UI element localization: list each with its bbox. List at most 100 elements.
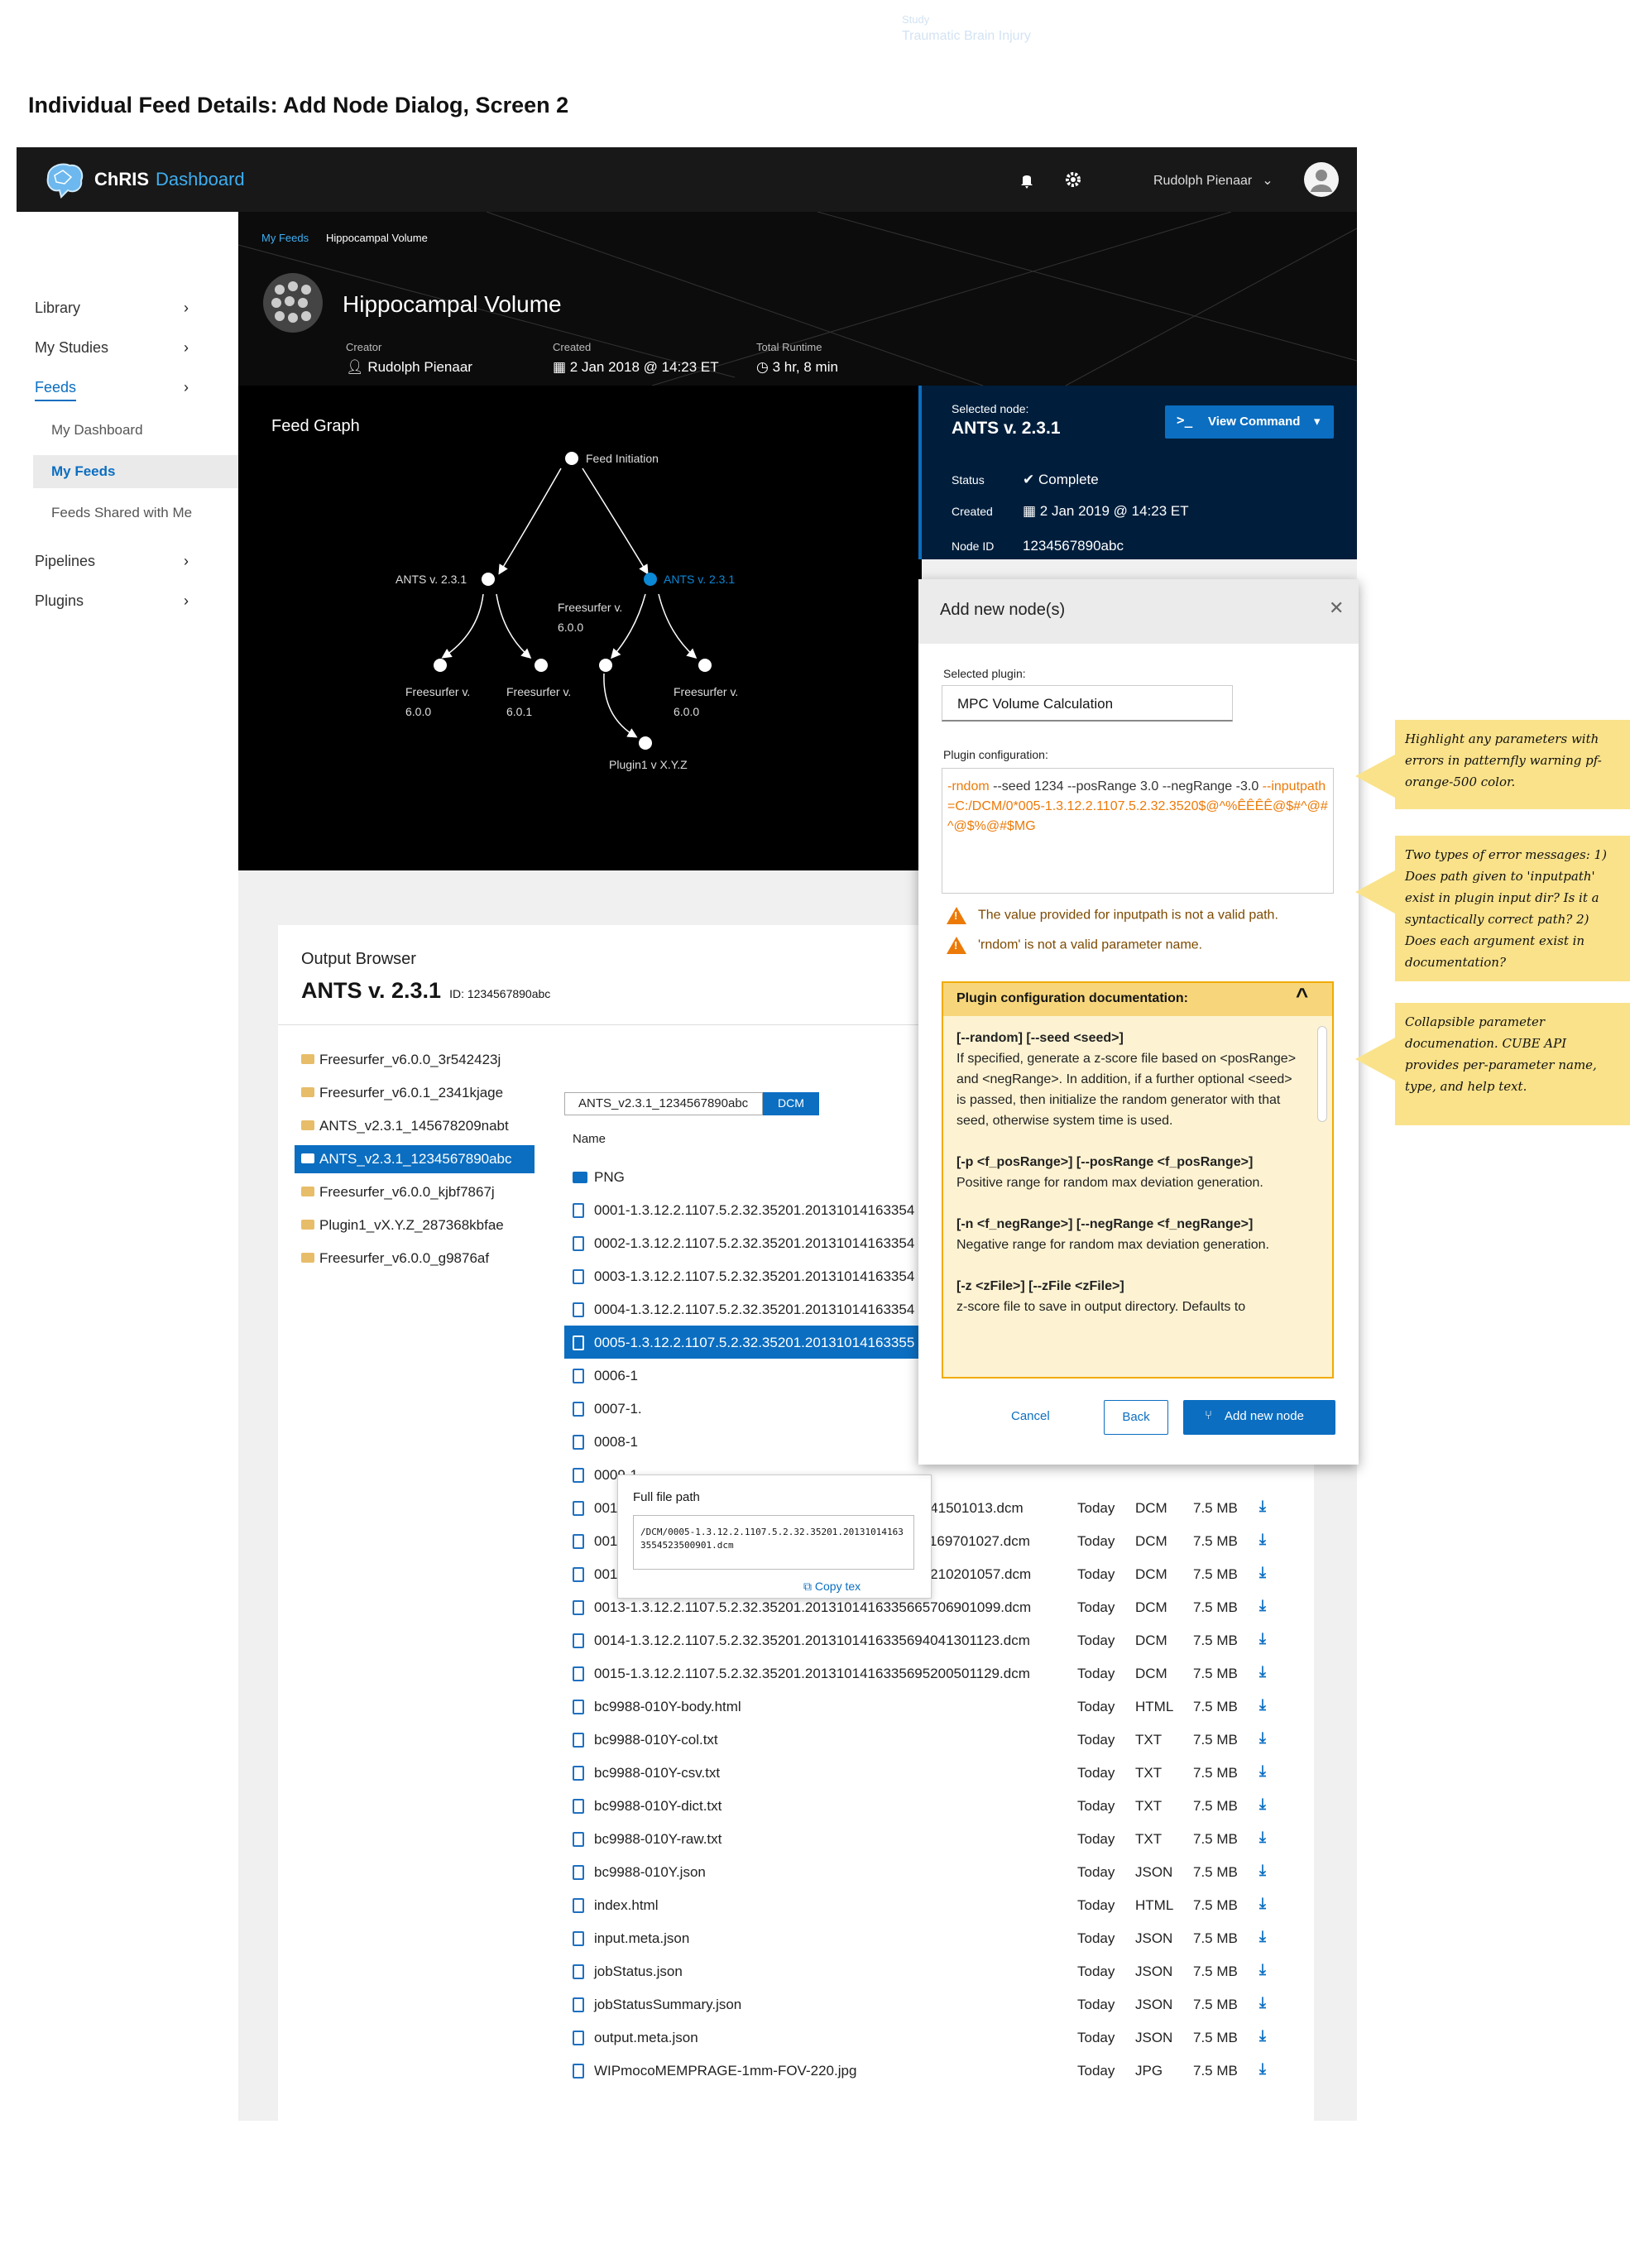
folder-item[interactable]: Freesurfer_v6.0.0_3r542423j	[295, 1046, 535, 1074]
file-icon	[573, 2031, 584, 2045]
file-row[interactable]: 0007-1.	[564, 1392, 829, 1425]
download-icon[interactable]: ⤓	[1259, 1663, 1266, 1681]
file-row[interactable]: 0003-1.3.12.2.1107.5.2.32.35201.20131014…	[564, 1259, 922, 1292]
sidebar-subitem-my-feeds[interactable]: My Feeds	[33, 455, 238, 488]
avatar[interactable]	[1304, 162, 1339, 197]
path-tag[interactable]: DCM	[763, 1092, 819, 1115]
file-row[interactable]: 0008-1	[564, 1425, 829, 1458]
gear-icon[interactable]	[1062, 169, 1084, 190]
plugin-doc-header[interactable]: Plugin configuration documentation:	[943, 983, 1332, 1016]
file-row[interactable]: 0006-1	[564, 1359, 829, 1392]
sidebar-subitem-my-dashboard[interactable]: My Dashboard	[51, 422, 143, 439]
folder-icon	[573, 1172, 587, 1183]
brand[interactable]: ChRIS Dashboard	[94, 169, 245, 190]
doc-param: [-z <zFile>] [--zFile <zFile>] z-score fi…	[956, 1276, 1304, 1317]
chevron-up-icon[interactable]: ^	[1296, 983, 1308, 1009]
download-icon[interactable]: ⤓	[1259, 1829, 1266, 1846]
download-icon[interactable]: ⤓	[1259, 1498, 1266, 1515]
graph-node-freesurfer-1[interactable]	[434, 659, 447, 672]
file-row[interactable]: bc9988-010Y-raw.txt Today TXT 7.5 MB ⤓	[564, 1822, 1284, 1855]
file-row[interactable]: 0005-1.3.12.2.1107.5.2.32.35201.20131014…	[564, 1326, 922, 1359]
file-row[interactable]: bc9988-010Y-col.txt Today TXT 7.5 MB ⤓	[564, 1723, 1284, 1756]
folder-item-selected[interactable]: ANTS_v2.3.1_1234567890abc	[295, 1145, 535, 1173]
selected-plugin-field[interactable]: MPC Volume Calculation	[942, 685, 1233, 722]
add-new-node-button[interactable]: ⑂ Add new node	[1183, 1400, 1335, 1435]
file-row[interactable]: jobStatus.json Today JSON 7.5 MB ⤓	[564, 1954, 1284, 1987]
download-icon[interactable]: ⤓	[1259, 1796, 1266, 1813]
download-icon[interactable]: ⤓	[1259, 1862, 1266, 1879]
folder-item[interactable]: Freesurfer_v6.0.1_2341kjage	[295, 1079, 535, 1107]
download-icon[interactable]: ⤓	[1259, 1630, 1266, 1647]
created-value: ▦ 2 Jan 2018 @ 14:23 ET	[553, 359, 719, 376]
file-name: bc9988-010Y.json	[594, 1864, 706, 1880]
bell-icon[interactable]	[1016, 169, 1038, 190]
download-icon[interactable]: ⤓	[1259, 1564, 1266, 1581]
graph-node-plugin1[interactable]	[639, 736, 652, 750]
full-path-text[interactable]: /DCM/0005-1.3.12.2.1107.5.2.32.35201.201…	[633, 1515, 914, 1570]
file-row[interactable]: bc9988-010Y-dict.txt Today TXT 7.5 MB ⤓	[564, 1789, 1284, 1822]
user-menu[interactable]: Rudolph Pienaar ⌄	[1153, 172, 1273, 189]
graph-node-root[interactable]	[565, 452, 578, 465]
download-icon[interactable]: ⤓	[1259, 2060, 1266, 2078]
file-row[interactable]: jobStatusSummary.json Today JSON 7.5 MB ⤓	[564, 1987, 1284, 2021]
download-icon[interactable]: ⤓	[1259, 1762, 1266, 1780]
sidebar-item-plugins[interactable]: Plugins ›	[35, 592, 189, 610]
graph-node-freesurfer-2[interactable]	[535, 659, 548, 672]
file-name: 0001-1.3.12.2.1107.5.2.32.35201.20131014…	[594, 1202, 915, 1218]
file-row[interactable]: output.meta.json Today JSON 7.5 MB ⤓	[564, 2021, 1284, 2054]
graph-node-ants-2-selected[interactable]	[644, 573, 657, 586]
file-icon	[573, 1766, 584, 1781]
download-icon[interactable]: ⤓	[1259, 1994, 1266, 2011]
folder-item[interactable]: Plugin1_vX.Y.Z_287368kbfae	[295, 1211, 535, 1239]
sidebar-item-library[interactable]: Library ›	[35, 300, 189, 317]
close-icon[interactable]: ✕	[1329, 597, 1344, 619]
file-row[interactable]: index.html Today HTML 7.5 MB ⤓	[564, 1888, 1284, 1921]
graph-node-freesurfer-4[interactable]	[698, 659, 712, 672]
file-row[interactable]: 0002-1.3.12.2.1107.5.2.32.35201.20131014…	[564, 1226, 922, 1259]
sidebar-item-my-studies[interactable]: My Studies ›	[35, 339, 189, 357]
download-icon[interactable]: ⤓	[1259, 1961, 1266, 1978]
download-icon[interactable]: ⤓	[1259, 1895, 1266, 1912]
sidebar: Library › My Studies › Feeds › My Dashboard…	[17, 212, 238, 2121]
file-row[interactable]: 0015-1.3.12.2.1107.5.2.32.35201.20131014…	[564, 1657, 1284, 1690]
download-icon[interactable]: ⤓	[1259, 1597, 1266, 1614]
file-row[interactable]: WIPmocoMEMPRAGE-1mm-FOV-220.jpg Today JPG 7…	[564, 2054, 1284, 2087]
doc-scrollbar[interactable]	[1317, 1026, 1327, 1122]
file-size: 7.5 MB	[1193, 1864, 1238, 1880]
file-row[interactable]: bc9988-010Y.json Today JSON 7.5 MB ⤓	[564, 1855, 1284, 1888]
folder-item[interactable]: ANTS_v2.3.1_145678209nabt	[295, 1112, 535, 1140]
file-size: 7.5 MB	[1193, 1533, 1238, 1549]
file-icon	[573, 1600, 584, 1615]
file-name: jobStatusSummary.json	[594, 1997, 742, 2012]
file-size: 7.5 MB	[1193, 1897, 1238, 1913]
sidebar-item-pipelines[interactable]: Pipelines ›	[35, 553, 189, 570]
graph-node-freesurfer-3[interactable]	[599, 659, 612, 672]
folder-item[interactable]: Freesurfer_v6.0.0_kjbf7867j	[295, 1178, 535, 1206]
download-icon[interactable]: ⤓	[1259, 2027, 1266, 2045]
full-file-path-popover: Full file path /DCM/0005-1.3.12.2.1107.5…	[617, 1474, 932, 1599]
back-button[interactable]: Back	[1104, 1400, 1168, 1435]
doc-param-signature: [-z <zFile>] [--zFile <zFile>]	[956, 1279, 1124, 1293]
copy-text-button[interactable]: ⧉ Copy tex	[803, 1580, 861, 1594]
download-icon[interactable]: ⤓	[1259, 1928, 1266, 1945]
download-icon[interactable]: ⤓	[1259, 1696, 1266, 1714]
file-row[interactable]: 0001-1.3.12.2.1107.5.2.32.35201.20131014…	[564, 1193, 922, 1226]
plugin-config-textarea[interactable]: -rndom --seed 1234 --posRange 3.0 --negR…	[942, 768, 1334, 894]
folder-item[interactable]: Freesurfer_v6.0.0_g9876af	[295, 1244, 535, 1273]
sidebar-subitem-shared-feeds[interactable]: Feeds Shared with Me	[51, 505, 192, 521]
graph-node-ants-1[interactable]	[482, 573, 495, 586]
file-row[interactable]: bc9988-010Y-csv.txt Today TXT 7.5 MB ⤓	[564, 1756, 1284, 1789]
file-row[interactable]: 0014-1.3.12.2.1107.5.2.32.35201.20131014…	[564, 1623, 1284, 1657]
file-row[interactable]: input.meta.json Today JSON 7.5 MB ⤓	[564, 1921, 1284, 1954]
file-row[interactable]: bc9988-010Y-body.html Today HTML 7.5 MB ⤓	[564, 1690, 1284, 1723]
column-header-name[interactable]: Name	[573, 1132, 606, 1146]
breadcrumb-my-feeds[interactable]: My Feeds	[261, 232, 309, 244]
cancel-button[interactable]: Cancel	[1011, 1400, 1050, 1423]
download-icon[interactable]: ⤓	[1259, 1531, 1266, 1548]
download-icon[interactable]: ⤓	[1259, 1729, 1266, 1747]
sidebar-item-feeds[interactable]: Feeds ›	[35, 379, 189, 401]
view-command-button[interactable]: >_ View Command ▾	[1165, 405, 1334, 439]
folder-icon	[301, 1054, 314, 1064]
folder-row[interactable]: PNG	[564, 1160, 922, 1193]
file-row[interactable]: 0004-1.3.12.2.1107.5.2.32.35201.20131014…	[564, 1292, 922, 1326]
